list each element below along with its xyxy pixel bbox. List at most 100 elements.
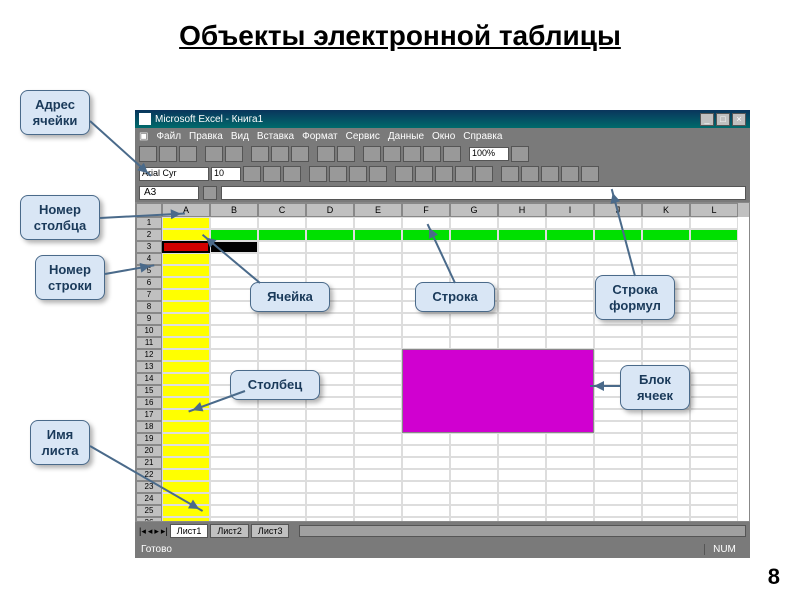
row-header-1[interactable]: 1 <box>136 217 162 229</box>
cell-J22[interactable] <box>594 469 642 481</box>
cell-E9[interactable] <box>354 313 402 325</box>
cell-L4[interactable] <box>690 253 738 265</box>
cell-L6[interactable] <box>690 277 738 289</box>
cell-H24[interactable] <box>498 493 546 505</box>
cell-J17[interactable] <box>594 409 642 421</box>
cell-B26[interactable] <box>210 517 258 522</box>
new-button[interactable] <box>139 146 157 162</box>
cell-D20[interactable] <box>306 445 354 457</box>
cell-A21[interactable] <box>162 457 210 469</box>
cell-J19[interactable] <box>594 433 642 445</box>
cell-L16[interactable] <box>690 397 738 409</box>
cell-B2[interactable] <box>210 229 258 241</box>
cell-A7[interactable] <box>162 289 210 301</box>
cell-E10[interactable] <box>354 325 402 337</box>
row-header-10[interactable]: 10 <box>136 325 162 337</box>
cell-A6[interactable] <box>162 277 210 289</box>
cell-J21[interactable] <box>594 457 642 469</box>
percent-button[interactable] <box>415 166 433 182</box>
menu-tools[interactable]: Сервис <box>346 131 380 142</box>
cell-E13[interactable] <box>354 361 402 373</box>
cell-K24[interactable] <box>642 493 690 505</box>
cell-C10[interactable] <box>258 325 306 337</box>
cell-C4[interactable] <box>258 253 306 265</box>
cell-B11[interactable] <box>210 337 258 349</box>
cell-E1[interactable] <box>354 217 402 229</box>
indent-inc-button[interactable] <box>521 166 539 182</box>
cell-H2[interactable] <box>498 229 546 241</box>
cell-B18[interactable] <box>210 421 258 433</box>
cell-F24[interactable] <box>402 493 450 505</box>
cell-A9[interactable] <box>162 313 210 325</box>
cell-I11[interactable] <box>546 337 594 349</box>
cell-K3[interactable] <box>642 241 690 253</box>
cell-F22[interactable] <box>402 469 450 481</box>
cell-B17[interactable] <box>210 409 258 421</box>
row-header-8[interactable]: 8 <box>136 301 162 313</box>
cell-L20[interactable] <box>690 445 738 457</box>
cell-D9[interactable] <box>306 313 354 325</box>
cell-J4[interactable] <box>594 253 642 265</box>
cell-E18[interactable] <box>354 421 402 433</box>
bold-button[interactable] <box>243 166 261 182</box>
cell-E17[interactable] <box>354 409 402 421</box>
cell-E23[interactable] <box>354 481 402 493</box>
cell-F23[interactable] <box>402 481 450 493</box>
cell-J20[interactable] <box>594 445 642 457</box>
cell-E22[interactable] <box>354 469 402 481</box>
cell-B22[interactable] <box>210 469 258 481</box>
column-header-L[interactable]: L <box>690 203 738 217</box>
cell-C9[interactable] <box>258 313 306 325</box>
cell-L1[interactable] <box>690 217 738 229</box>
cell-J18[interactable] <box>594 421 642 433</box>
cell-G22[interactable] <box>450 469 498 481</box>
cell-C3[interactable] <box>258 241 306 253</box>
cell-H4[interactable] <box>498 253 546 265</box>
cell-G9[interactable] <box>450 313 498 325</box>
cell-F21[interactable] <box>402 457 450 469</box>
cell-B21[interactable] <box>210 457 258 469</box>
cell-D23[interactable] <box>306 481 354 493</box>
font-size-select[interactable]: 10 <box>211 167 241 181</box>
cell-G4[interactable] <box>450 253 498 265</box>
row-header-21[interactable]: 21 <box>136 457 162 469</box>
cell-E6[interactable] <box>354 277 402 289</box>
preview-button[interactable] <box>225 146 243 162</box>
merge-button[interactable] <box>369 166 387 182</box>
cell-K1[interactable] <box>642 217 690 229</box>
column-header-I[interactable]: I <box>546 203 594 217</box>
cell-I26[interactable] <box>546 517 594 522</box>
cell-L22[interactable] <box>690 469 738 481</box>
cell-F26[interactable] <box>402 517 450 522</box>
cell-D10[interactable] <box>306 325 354 337</box>
cell-H6[interactable] <box>498 277 546 289</box>
cell-K2[interactable] <box>642 229 690 241</box>
cell-A18[interactable] <box>162 421 210 433</box>
cell-D4[interactable] <box>306 253 354 265</box>
cell-A19[interactable] <box>162 433 210 445</box>
cell-I25[interactable] <box>546 505 594 517</box>
save-button[interactable] <box>179 146 197 162</box>
cell-C5[interactable] <box>258 265 306 277</box>
cell-L23[interactable] <box>690 481 738 493</box>
cell-J23[interactable] <box>594 481 642 493</box>
indent-dec-button[interactable] <box>501 166 519 182</box>
cell-H20[interactable] <box>498 445 546 457</box>
cell-H7[interactable] <box>498 289 546 301</box>
nav-next-icon[interactable]: ▸ <box>154 526 159 537</box>
cell-F19[interactable] <box>402 433 450 445</box>
menu-edit[interactable]: Правка <box>189 131 223 142</box>
font-color-button[interactable] <box>581 166 599 182</box>
close-button[interactable]: × <box>732 113 746 126</box>
cell-E14[interactable] <box>354 373 402 385</box>
cell-C2[interactable] <box>258 229 306 241</box>
cell-F11[interactable] <box>402 337 450 349</box>
cell-A1[interactable] <box>162 217 210 229</box>
cell-G20[interactable] <box>450 445 498 457</box>
cell-A10[interactable] <box>162 325 210 337</box>
cell-B1[interactable] <box>210 217 258 229</box>
cell-I4[interactable] <box>546 253 594 265</box>
cell-B9[interactable] <box>210 313 258 325</box>
cell-E3[interactable] <box>354 241 402 253</box>
cell-B12[interactable] <box>210 349 258 361</box>
